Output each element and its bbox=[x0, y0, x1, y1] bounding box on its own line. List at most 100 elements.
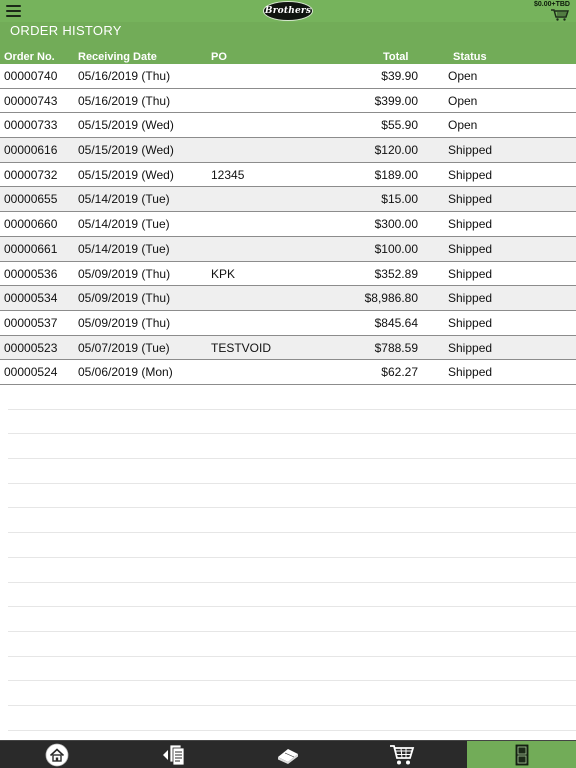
cell-total: $399.00 bbox=[374, 93, 418, 108]
column-header-order-no[interactable]: Order No. bbox=[4, 51, 55, 63]
table-row[interactable]: 00000655 05/14/2019 (Tue) $15.00 Shipped bbox=[0, 187, 576, 213]
order-documents-icon bbox=[163, 744, 185, 766]
bottom-tab-bar bbox=[0, 740, 576, 768]
empty-list-line bbox=[8, 410, 576, 435]
cell-receiving-date: 05/09/2019 (Thu) bbox=[78, 291, 171, 306]
empty-list-line bbox=[8, 681, 576, 706]
table-row[interactable]: 00000743 05/16/2019 (Thu) $399.00 Open bbox=[0, 88, 576, 114]
empty-list-line bbox=[8, 508, 576, 534]
table-row[interactable]: 00000660 05/14/2019 (Tue) $300.00 Shipped bbox=[0, 212, 576, 237]
empty-list-line bbox=[8, 385, 576, 410]
tab-home[interactable] bbox=[12, 741, 102, 768]
tab-cart[interactable] bbox=[357, 741, 447, 768]
empty-list-line bbox=[8, 706, 576, 731]
table-row[interactable]: 00000733 05/15/2019 (Wed) $55.90 Open bbox=[0, 113, 576, 139]
cell-total: $39.90 bbox=[381, 69, 418, 83]
cell-order-no: 00000732 bbox=[4, 167, 58, 182]
logo-text: Brothers bbox=[264, 6, 312, 16]
column-header-po[interactable]: PO bbox=[211, 51, 227, 63]
cell-status: Open bbox=[448, 69, 478, 83]
cell-receiving-date: 05/16/2019 (Thu) bbox=[78, 69, 171, 83]
tab-catalog[interactable] bbox=[243, 741, 333, 768]
cell-status: Open bbox=[448, 93, 478, 108]
brand-logo: Brothers bbox=[263, 1, 313, 21]
cell-total: $189.00 bbox=[374, 167, 418, 182]
cell-order-no: 00000655 bbox=[4, 192, 58, 207]
cell-order-no: 00000661 bbox=[4, 241, 58, 256]
cell-receiving-date: 05/14/2019 (Tue) bbox=[78, 192, 170, 207]
cell-order-no: 00000537 bbox=[4, 315, 58, 330]
column-header-receiving-date[interactable]: Receiving Date bbox=[78, 51, 157, 63]
empty-list-line bbox=[8, 459, 576, 484]
cell-order-no: 00000733 bbox=[4, 118, 58, 133]
column-header-status[interactable]: Status bbox=[453, 51, 487, 63]
cell-status: Shipped bbox=[448, 365, 493, 380]
table-row[interactable]: 00000732 05/15/2019 (Wed) 12345 $189.00 Ship… bbox=[0, 162, 576, 188]
hamburger-icon[interactable] bbox=[6, 3, 24, 18]
cell-po: KPK bbox=[211, 266, 236, 281]
account-device-icon bbox=[515, 744, 528, 766]
cell-status: Shipped bbox=[448, 167, 493, 182]
table-row[interactable]: 00000616 05/15/2019 (Wed) $120.00 Shipped bbox=[0, 138, 576, 163]
cell-status: Shipped bbox=[448, 217, 493, 232]
cell-order-no: 00000536 bbox=[4, 266, 58, 281]
table-row[interactable]: 00000537 05/09/2019 (Thu) $845.64 Shipped bbox=[0, 310, 576, 336]
table-row[interactable]: 00000536 05/09/2019 (Thu) KPK $352.89 Shippe… bbox=[0, 261, 576, 287]
cell-po: TESTVOID bbox=[211, 340, 272, 355]
cell-receiving-date: 05/14/2019 (Tue) bbox=[78, 241, 170, 256]
table-row[interactable]: 00000661 05/14/2019 (Tue) $100.00 Shipped bbox=[0, 236, 576, 262]
cart-total: $0.00+TBD bbox=[534, 1, 570, 8]
cell-order-no: 00000743 bbox=[4, 93, 58, 108]
column-header-total[interactable]: Total bbox=[383, 51, 408, 63]
cell-total: $15.00 bbox=[381, 192, 418, 207]
cell-receiving-date: 05/15/2019 (Wed) bbox=[78, 143, 174, 158]
shopping-cart-icon[interactable] bbox=[551, 9, 569, 21]
catalog-book-icon bbox=[278, 749, 298, 764]
cell-total: $300.00 bbox=[374, 217, 418, 232]
cell-total: $788.59 bbox=[374, 340, 418, 355]
home-icon bbox=[45, 743, 69, 767]
table-row[interactable]: 00000740 05/16/2019 (Thu) $39.90 Open bbox=[0, 64, 576, 89]
empty-list-line bbox=[8, 607, 576, 632]
shopping-cart-icon bbox=[390, 745, 415, 765]
cell-total: $352.89 bbox=[374, 266, 418, 281]
table-row[interactable]: 00000534 05/09/2019 (Thu) $8,986.80 Shipped bbox=[0, 286, 576, 311]
order-table: 00000740 05/16/2019 (Thu) $39.90 Open 000007… bbox=[0, 64, 576, 385]
cell-order-no: 00000534 bbox=[4, 291, 58, 306]
cell-status: Shipped bbox=[448, 291, 493, 306]
empty-list-line bbox=[8, 632, 576, 657]
cell-status: Shipped bbox=[448, 340, 493, 355]
cell-status: Shipped bbox=[448, 143, 493, 158]
page-title: ORDER HISTORY bbox=[10, 23, 122, 38]
empty-list-line bbox=[8, 558, 576, 583]
cell-receiving-date: 05/16/2019 (Thu) bbox=[78, 93, 171, 108]
empty-list-line bbox=[8, 434, 576, 460]
cell-status: Shipped bbox=[448, 241, 493, 256]
cell-receiving-date: 05/06/2019 (Mon) bbox=[78, 365, 173, 380]
empty-list-line bbox=[8, 484, 576, 509]
table-row[interactable]: 00000524 05/06/2019 (Mon) $62.27 Shipped bbox=[0, 360, 576, 385]
cell-receiving-date: 05/09/2019 (Thu) bbox=[78, 266, 171, 281]
cell-order-no: 00000523 bbox=[4, 340, 58, 355]
section-header: ORDER HISTORY bbox=[0, 22, 576, 50]
empty-list-area bbox=[8, 385, 576, 731]
tab-orders[interactable] bbox=[128, 741, 218, 768]
table-row[interactable]: 00000523 05/07/2019 (Tue) TESTVOID $788.59 S… bbox=[0, 335, 576, 361]
cell-receiving-date: 05/15/2019 (Wed) bbox=[78, 167, 174, 182]
cell-status: Shipped bbox=[448, 315, 493, 330]
cell-total: $845.64 bbox=[374, 315, 418, 330]
cell-status: Shipped bbox=[448, 192, 493, 207]
cell-total: $62.27 bbox=[381, 365, 418, 380]
tab-account[interactable] bbox=[467, 741, 576, 768]
cell-receiving-date: 05/15/2019 (Wed) bbox=[78, 118, 174, 133]
cell-total: $55.90 bbox=[381, 118, 418, 133]
table-header: Order No. Receiving Date PO Total Status bbox=[0, 50, 576, 64]
cell-status: Shipped bbox=[448, 266, 493, 281]
cell-total: $8,986.80 bbox=[364, 291, 418, 306]
cell-order-no: 00000616 bbox=[4, 143, 58, 158]
cell-order-no: 00000524 bbox=[4, 365, 58, 380]
cell-po: 12345 bbox=[211, 167, 245, 182]
cell-receiving-date: 05/14/2019 (Tue) bbox=[78, 217, 170, 232]
empty-list-line bbox=[8, 533, 576, 558]
empty-list-line bbox=[8, 657, 576, 682]
